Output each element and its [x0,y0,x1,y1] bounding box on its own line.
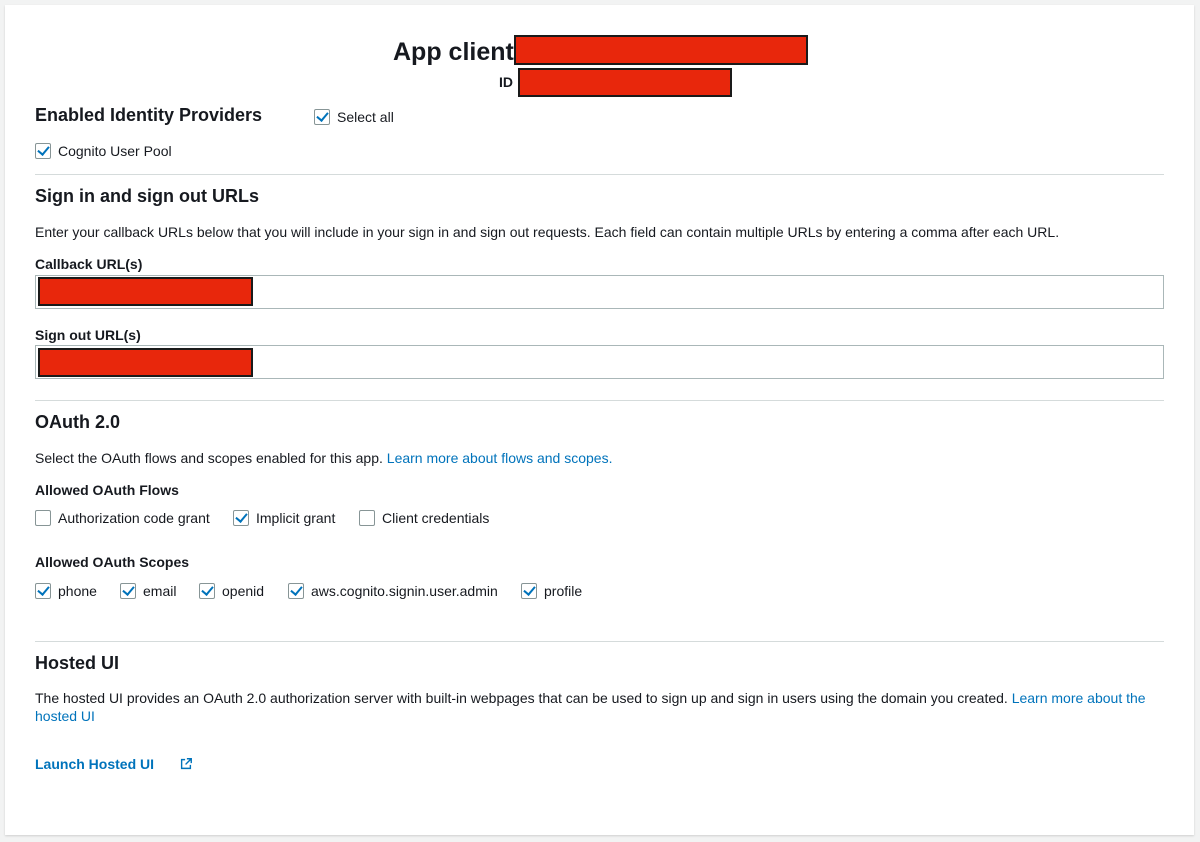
launch-hosted-ui-label[interactable]: Launch Hosted UI [35,756,154,772]
hosted-ui-heading: Hosted UI [35,653,120,673]
scope-email-checkbox[interactable]: email [120,583,176,599]
client-credentials-checkbox[interactable]: Client credentials [359,510,489,526]
scope-label: email [143,583,177,599]
hosted-ui-description-block: The hosted UI provides an OAuth 2.0 auth… [35,689,1165,725]
checkbox-checked-icon[interactable] [35,583,51,599]
signout-url-label: Sign out URL(s) [35,327,141,343]
checkbox-unchecked-icon[interactable] [35,510,51,526]
learn-more-flows-link[interactable]: Learn more about flows and scopes. [387,450,613,466]
callback-url-label: Callback URL(s) [35,256,143,272]
section-divider [35,641,1164,642]
callback-url-redaction [38,277,253,306]
launch-hosted-ui-link[interactable]: Launch Hosted UI [35,756,193,772]
hosted-ui-description: The hosted UI provides an OAuth 2.0 auth… [35,690,1008,706]
checkbox-checked-icon[interactable] [233,510,249,526]
scope-label: profile [544,583,583,599]
scope-profile-checkbox[interactable]: profile [521,583,582,599]
section-divider [35,400,1164,401]
flow-label: Authorization code grant [58,510,210,526]
oauth-flows-heading: Allowed OAuth Flows [35,482,179,498]
learn-more-hosted-ui-link[interactable]: Learn more about the [1012,690,1146,706]
oauth-heading: OAuth 2.0 [35,412,121,432]
scope-label: openid [222,583,265,599]
flow-label: Client credentials [382,510,490,526]
checkbox-checked-icon[interactable] [120,583,136,599]
select-all-label: Select all [337,109,394,125]
scope-label: phone [58,583,97,599]
app-client-id-redaction [518,68,732,97]
app-client-name-redaction [514,35,808,65]
checkbox-unchecked-icon[interactable] [359,510,375,526]
app-client-panel: App client ID Enabled Identity Providers… [5,5,1194,835]
signout-url-redaction [38,348,253,377]
cognito-user-pool-label: Cognito User Pool [58,143,172,159]
scope-phone-checkbox[interactable]: phone [35,583,97,599]
oauth-scopes-heading: Allowed OAuth Scopes [35,554,190,570]
oauth-description-line: Select the OAuth flows and scopes enable… [35,449,612,467]
urls-description: Enter your callback URLs below that you … [35,224,1060,240]
section-divider [35,174,1164,175]
checkbox-checked-icon[interactable] [199,583,215,599]
scope-cognito-admin-checkbox[interactable]: aws.cognito.signin.user.admin [288,583,498,599]
checkbox-checked-icon[interactable] [521,583,537,599]
cognito-user-pool-checkbox[interactable]: Cognito User Pool [35,143,172,159]
learn-more-hosted-ui-link-continued[interactable]: hosted UI [35,708,95,724]
oauth-description: Select the OAuth flows and scopes enable… [35,450,383,466]
flow-label: Implicit grant [256,510,336,526]
signout-url-input[interactable] [35,345,1164,379]
checkbox-checked-icon[interactable] [35,143,51,159]
authorization-code-grant-checkbox[interactable]: Authorization code grant [35,510,210,526]
external-link-icon[interactable] [179,757,193,771]
urls-heading: Sign in and sign out URLs [35,186,259,206]
scope-openid-checkbox[interactable]: openid [199,583,264,599]
callback-url-input[interactable] [35,275,1164,309]
checkbox-checked-icon[interactable] [314,109,330,125]
select-all-checkbox[interactable]: Select all [314,109,394,125]
page-title: App client [393,38,514,66]
scope-label: aws.cognito.signin.user.admin [311,583,498,599]
implicit-grant-checkbox[interactable]: Implicit grant [233,510,335,526]
identity-providers-heading: Enabled Identity Providers [35,105,263,125]
app-client-id-label: ID [499,74,513,90]
checkbox-checked-icon[interactable] [288,583,304,599]
